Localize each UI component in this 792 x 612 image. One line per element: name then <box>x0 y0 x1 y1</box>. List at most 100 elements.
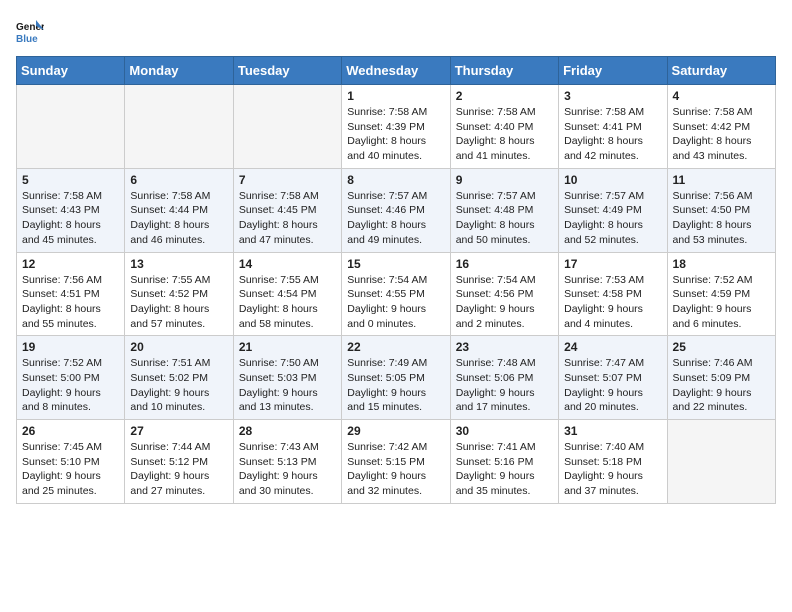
calendar-day-cell: 28Sunrise: 7:43 AM Sunset: 5:13 PM Dayli… <box>233 420 341 504</box>
calendar-day-cell: 19 Sunrise: 7:52 AM Sunset: 5:00 PM Dayli… <box>17 336 125 420</box>
calendar-day-cell: 20Sunrise: 7:51 AM Sunset: 5:02 PM Dayli… <box>125 336 233 420</box>
calendar-day-cell: 13 Sunrise: 7:55 AM Sunset: 4:52 PM Dayli… <box>125 252 233 336</box>
day-number: 31 <box>564 424 661 438</box>
calendar-day-cell: 11Sunrise: 7:56 AM Sunset: 4:50 PM Dayli… <box>667 168 775 252</box>
day-number: 14 <box>239 257 336 271</box>
day-info: Sunrise: 7:58 AM Sunset: 4:45 PM Dayligh… <box>239 189 336 248</box>
day-number: 6 <box>130 173 227 187</box>
calendar-day-cell: 23 Sunrise: 7:48 AM Sunset: 5:06 PM Dayli… <box>450 336 558 420</box>
day-number: 19 <box>22 340 119 354</box>
calendar-day-cell <box>233 85 341 169</box>
day-info: Sunrise: 7:57 AM Sunset: 4:48 PM Dayligh… <box>456 189 553 248</box>
day-info: Sunrise: 7:42 AM Sunset: 5:15 PM Dayligh… <box>347 440 444 499</box>
svg-text:Blue: Blue <box>16 34 38 44</box>
day-info: Sunrise: 7:40 AM Sunset: 5:18 PM Dayligh… <box>564 440 661 499</box>
calendar-day-cell: 8Sunrise: 7:57 AM Sunset: 4:46 PM Daylig… <box>342 168 450 252</box>
day-info: Sunrise: 7:54 AM Sunset: 4:55 PM Dayligh… <box>347 273 444 332</box>
calendar-day-cell: 14Sunrise: 7:55 AM Sunset: 4:54 PM Dayli… <box>233 252 341 336</box>
day-info: Sunrise: 7:44 AM Sunset: 5:12 PM Dayligh… <box>130 440 227 499</box>
day-number: 13 <box>130 257 227 271</box>
logo-icon: General Blue <box>16 16 44 44</box>
day-number: 22 <box>347 340 444 354</box>
day-info: Sunrise: 7:58 AM Sunset: 4:40 PM Dayligh… <box>456 105 553 164</box>
calendar-day-cell <box>667 420 775 504</box>
calendar-day-cell: 4Sunrise: 7:58 AM Sunset: 4:42 PM Daylig… <box>667 85 775 169</box>
calendar-day-cell: 5 Sunrise: 7:58 AM Sunset: 4:43 PM Daylig… <box>17 168 125 252</box>
day-number: 11 <box>673 173 770 187</box>
calendar-day-cell: 15 Sunrise: 7:54 AM Sunset: 4:55 PM Dayli… <box>342 252 450 336</box>
page-header: General Blue <box>16 16 776 44</box>
day-number: 2 <box>456 89 553 103</box>
day-info: Sunrise: 7:46 AM Sunset: 5:09 PM Dayligh… <box>673 356 770 415</box>
weekday-header: Thursday <box>450 57 558 85</box>
day-number: 1 <box>347 89 444 103</box>
calendar-day-cell: 22 Sunrise: 7:49 AM Sunset: 5:05 PM Dayli… <box>342 336 450 420</box>
day-number: 7 <box>239 173 336 187</box>
day-info: Sunrise: 7:47 AM Sunset: 5:07 PM Dayligh… <box>564 356 661 415</box>
day-number: 25 <box>673 340 770 354</box>
calendar-day-cell: 16 Sunrise: 7:54 AM Sunset: 4:56 PM Dayli… <box>450 252 558 336</box>
day-number: 21 <box>239 340 336 354</box>
calendar-header-row: SundayMondayTuesdayWednesdayThursdayFrid… <box>17 57 776 85</box>
day-number: 4 <box>673 89 770 103</box>
calendar-day-cell: 31 Sunrise: 7:40 AM Sunset: 5:18 PM Dayli… <box>559 420 667 504</box>
calendar-day-cell: 24 Sunrise: 7:47 AM Sunset: 5:07 PM Dayli… <box>559 336 667 420</box>
day-info: Sunrise: 7:52 AM Sunset: 4:59 PM Dayligh… <box>673 273 770 332</box>
calendar-day-cell: 17 Sunrise: 7:53 AM Sunset: 4:58 PM Dayli… <box>559 252 667 336</box>
day-number: 20 <box>130 340 227 354</box>
calendar-day-cell: 18 Sunrise: 7:52 AM Sunset: 4:59 PM Dayli… <box>667 252 775 336</box>
day-info: Sunrise: 7:43 AM Sunset: 5:13 PM Dayligh… <box>239 440 336 499</box>
calendar-week-row: 19 Sunrise: 7:52 AM Sunset: 5:00 PM Dayli… <box>17 336 776 420</box>
weekday-header: Wednesday <box>342 57 450 85</box>
calendar-table: SundayMondayTuesdayWednesdayThursdayFrid… <box>16 56 776 504</box>
day-number: 29 <box>347 424 444 438</box>
day-number: 16 <box>456 257 553 271</box>
day-info: Sunrise: 7:41 AM Sunset: 5:16 PM Dayligh… <box>456 440 553 499</box>
day-number: 10 <box>564 173 661 187</box>
calendar-day-cell: 25 Sunrise: 7:46 AM Sunset: 5:09 PM Dayli… <box>667 336 775 420</box>
day-number: 3 <box>564 89 661 103</box>
day-number: 5 <box>22 173 119 187</box>
calendar-day-cell: 3Sunrise: 7:58 AM Sunset: 4:41 PM Daylig… <box>559 85 667 169</box>
day-info: Sunrise: 7:54 AM Sunset: 4:56 PM Dayligh… <box>456 273 553 332</box>
calendar-week-row: 1Sunrise: 7:58 AM Sunset: 4:39 PM Daylig… <box>17 85 776 169</box>
calendar-day-cell: 21 Sunrise: 7:50 AM Sunset: 5:03 PM Dayli… <box>233 336 341 420</box>
day-number: 27 <box>130 424 227 438</box>
calendar-day-cell <box>17 85 125 169</box>
calendar-day-cell: 7 Sunrise: 7:58 AM Sunset: 4:45 PM Daylig… <box>233 168 341 252</box>
logo: General Blue <box>16 16 48 44</box>
weekday-header: Tuesday <box>233 57 341 85</box>
calendar-day-cell: 6Sunrise: 7:58 AM Sunset: 4:44 PM Daylig… <box>125 168 233 252</box>
day-info: Sunrise: 7:57 AM Sunset: 4:49 PM Dayligh… <box>564 189 661 248</box>
day-number: 23 <box>456 340 553 354</box>
day-number: 15 <box>347 257 444 271</box>
day-number: 17 <box>564 257 661 271</box>
calendar-day-cell: 26Sunrise: 7:45 AM Sunset: 5:10 PM Dayli… <box>17 420 125 504</box>
calendar-day-cell: 27 Sunrise: 7:44 AM Sunset: 5:12 PM Dayli… <box>125 420 233 504</box>
weekday-header: Saturday <box>667 57 775 85</box>
day-info: Sunrise: 7:45 AM Sunset: 5:10 PM Dayligh… <box>22 440 119 499</box>
day-info: Sunrise: 7:52 AM Sunset: 5:00 PM Dayligh… <box>22 356 119 415</box>
day-info: Sunrise: 7:48 AM Sunset: 5:06 PM Dayligh… <box>456 356 553 415</box>
day-number: 30 <box>456 424 553 438</box>
calendar-day-cell: 30 Sunrise: 7:41 AM Sunset: 5:16 PM Dayli… <box>450 420 558 504</box>
weekday-header: Friday <box>559 57 667 85</box>
day-number: 18 <box>673 257 770 271</box>
day-info: Sunrise: 7:53 AM Sunset: 4:58 PM Dayligh… <box>564 273 661 332</box>
calendar-day-cell: 10 Sunrise: 7:57 AM Sunset: 4:49 PM Dayli… <box>559 168 667 252</box>
day-info: Sunrise: 7:55 AM Sunset: 4:52 PM Dayligh… <box>130 273 227 332</box>
day-number: 24 <box>564 340 661 354</box>
weekday-header: Sunday <box>17 57 125 85</box>
day-info: Sunrise: 7:58 AM Sunset: 4:43 PM Dayligh… <box>22 189 119 248</box>
calendar-week-row: 26Sunrise: 7:45 AM Sunset: 5:10 PM Dayli… <box>17 420 776 504</box>
calendar-week-row: 5 Sunrise: 7:58 AM Sunset: 4:43 PM Daylig… <box>17 168 776 252</box>
day-number: 9 <box>456 173 553 187</box>
day-number: 8 <box>347 173 444 187</box>
calendar-day-cell <box>125 85 233 169</box>
calendar-day-cell: 29 Sunrise: 7:42 AM Sunset: 5:15 PM Dayli… <box>342 420 450 504</box>
day-info: Sunrise: 7:49 AM Sunset: 5:05 PM Dayligh… <box>347 356 444 415</box>
day-info: Sunrise: 7:50 AM Sunset: 5:03 PM Dayligh… <box>239 356 336 415</box>
calendar-week-row: 12Sunrise: 7:56 AM Sunset: 4:51 PM Dayli… <box>17 252 776 336</box>
calendar-day-cell: 2 Sunrise: 7:58 AM Sunset: 4:40 PM Daylig… <box>450 85 558 169</box>
day-info: Sunrise: 7:56 AM Sunset: 4:51 PM Dayligh… <box>22 273 119 332</box>
